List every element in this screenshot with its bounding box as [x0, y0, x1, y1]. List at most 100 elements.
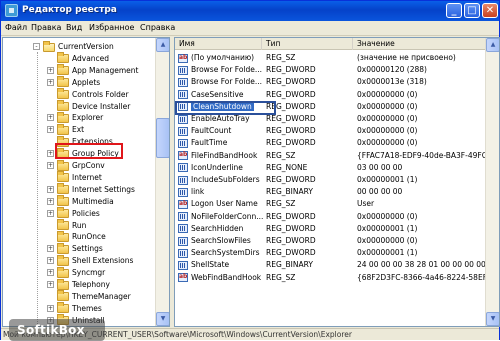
expand-plus-icon[interactable]: + [47, 281, 54, 288]
expand-plus-icon[interactable]: + [47, 78, 54, 86]
expand-plus-icon[interactable]: + [47, 162, 54, 169]
tree-item[interactable]: Controls Folder [57, 88, 129, 100]
table-row[interactable]: IconUnderline REG_NONE 03 00 00 00 [175, 162, 487, 174]
tree-item[interactable]: Device Installer [57, 100, 130, 112]
scroll-thumb[interactable] [156, 118, 169, 158]
cell-value: 0x00000001 (1) [357, 248, 418, 258]
tree-item-label: Explorer [72, 113, 104, 123]
tree-scrollbar[interactable]: ▲ ▼ [155, 38, 169, 326]
expand-plus-icon[interactable]: + [47, 114, 54, 122]
expand-plus-icon[interactable]: + [47, 66, 54, 74]
table-row[interactable]: NoFileFolderConn... REG_DWORD 0x00000000 (… [175, 211, 487, 223]
collapse-minus-icon[interactable]: - [33, 43, 40, 50]
table-row[interactable]: FileFindBandHook REG_SZ {FFAC7A18-EDF9-40d… [175, 150, 487, 162]
cell-name: Logon User Name [178, 198, 264, 210]
column-header-name[interactable]: Имя [175, 38, 262, 50]
column-header-value[interactable]: Значение [353, 38, 487, 50]
expand-plus-icon[interactable]: + [47, 185, 54, 193]
cell-value: {68F2D3FC-8366-4a46-8224-58EFA2749 [357, 272, 487, 282]
menu-view[interactable]: Вид [66, 23, 82, 32]
tree-item-label: Internet Settings [72, 184, 135, 194]
values-pane[interactable]: Имя Тип Значение (По умолчанию) REG_SZ (зн… [174, 37, 500, 327]
menu-favorites[interactable]: Избранное [89, 23, 134, 32]
table-row[interactable]: Browse For Folde... REG_DWORD 0x0000013e (… [175, 76, 487, 88]
table-row[interactable]: WebFindBandHook REG_SZ {68F2D3FC-8366-4a46… [175, 272, 487, 284]
menu-file[interactable]: Файл [5, 23, 27, 32]
tree-item[interactable]: Themes [57, 302, 102, 314]
expand-plus-icon[interactable]: + [47, 197, 54, 205]
expand-plus-icon[interactable]: + [47, 245, 54, 253]
cell-type: REG_DWORD [266, 138, 316, 148]
cell-value: 0x00000000 (0) [357, 138, 418, 148]
values-scroll-up-arrow-icon[interactable]: ▲ [486, 38, 499, 52]
tree-item[interactable]: Settings [57, 242, 103, 254]
table-row[interactable]: SearchSystemDirs REG_DWORD 0x00000001 (1) [175, 247, 487, 259]
menu-bar: Файл Правка Вид Избранное Справка [1, 21, 499, 36]
folder-icon [57, 195, 69, 207]
close-button[interactable]: ✕ [482, 3, 498, 18]
maximize-button[interactable]: □ [464, 3, 480, 18]
cell-type: REG_DWORD [266, 223, 316, 233]
expand-plus-icon[interactable]: + [47, 269, 54, 277]
table-row[interactable]: Browse For Folde... REG_DWORD 0x00000120 (… [175, 64, 487, 76]
tree-item[interactable]: Policies [57, 207, 100, 219]
tree-item-label: Advanced [72, 53, 110, 63]
table-row[interactable]: ShellState REG_BINARY 24 00 00 00 38 28 01… [175, 259, 487, 271]
expand-plus-icon[interactable]: + [47, 304, 54, 312]
menu-edit[interactable]: Правка [31, 23, 61, 32]
explorer-highlight-box [55, 143, 123, 159]
scroll-up-arrow-icon[interactable]: ▲ [156, 38, 169, 52]
expand-plus-icon[interactable]: + [47, 209, 54, 217]
title-bar[interactable]: Редактор реестра _ □ ✕ [1, 1, 499, 21]
tree-item[interactable]: Applets [57, 76, 100, 88]
expand-plus-icon[interactable]: + [47, 257, 54, 265]
tree-item[interactable]: Shell Extensions [57, 254, 133, 266]
scroll-down-arrow-icon[interactable]: ▼ [156, 312, 169, 326]
dword-value-icon [178, 175, 188, 185]
tree-item[interactable]: Ext [57, 123, 84, 135]
expand-plus-icon[interactable]: + [47, 126, 54, 134]
table-row[interactable]: CaseSensitive REG_DWORD 0x00000000 (0) [175, 89, 487, 101]
tree-item[interactable]: Explorer [57, 111, 104, 123]
tree-item[interactable]: Multimedia [57, 195, 114, 207]
registry-editor-window: Редактор реестра _ □ ✕ Файл Правка Вид И… [0, 0, 500, 341]
minimize-button[interactable]: _ [446, 3, 462, 18]
list-header: Имя Тип Значение [175, 38, 487, 50]
binary-value-icon [178, 187, 188, 197]
cell-value: 0x00000001 (1) [357, 223, 418, 233]
table-row[interactable]: FaultCount REG_DWORD 0x00000000 (0) [175, 125, 487, 137]
tree-item[interactable]: Telephony [57, 278, 110, 290]
tree-item[interactable]: Internet [57, 171, 102, 183]
cell-type: REG_DWORD [266, 65, 316, 75]
tree-item-label: RunOnce [72, 232, 106, 242]
table-row[interactable]: SearchSlowFiles REG_DWORD 0x00000000 (0) [175, 235, 487, 247]
table-row[interactable]: SearchHidden REG_DWORD 0x00000001 (1) [175, 223, 487, 235]
tree-item[interactable]: Run [57, 219, 86, 231]
cell-name: SearchHidden [178, 223, 264, 235]
values-scrollbar[interactable]: ▲ ▼ [485, 38, 499, 326]
tree-item[interactable]: RunOnce [57, 230, 106, 242]
table-row[interactable]: (По умолчанию) REG_SZ (значение не присвое… [175, 52, 487, 64]
tree-item[interactable]: GrpConv [57, 159, 105, 171]
expand-plus-icon[interactable]: + [47, 150, 54, 158]
table-row[interactable]: FaultTime REG_DWORD 0x00000000 (0) [175, 137, 487, 149]
tree-item[interactable]: App Management [57, 64, 138, 76]
tree-item[interactable]: ThemeManager [57, 290, 131, 302]
values-scroll-down-arrow-icon[interactable]: ▼ [486, 312, 499, 326]
tree-item[interactable]: Internet Settings [57, 183, 135, 195]
cell-value: 0x00000001 (1) [357, 175, 418, 184]
table-row[interactable]: link REG_BINARY 00 00 00 00 [175, 186, 487, 198]
tree-item-label: Controls Folder [72, 89, 129, 99]
tree-item[interactable]: Syncmgr [57, 266, 105, 278]
column-header-type[interactable]: Тип [262, 38, 353, 50]
table-row[interactable]: Logon User Name REG_SZ User [175, 198, 487, 210]
value-name: FileFindBandHook [191, 150, 258, 160]
cell-type: REG_DWORD [266, 101, 316, 111]
tree-item[interactable]: Advanced [57, 52, 110, 64]
menu-help[interactable]: Справка [140, 23, 175, 32]
dword-value-icon [178, 224, 188, 234]
tree-pane[interactable]: CurrentVersion - Advanced App Management + Ap… [2, 37, 170, 327]
table-row[interactable]: IncludeSubFolders REG_DWORD 0x00000001 (1) [175, 174, 487, 186]
tree-item[interactable]: CurrentVersion [43, 40, 114, 52]
folder-icon [57, 88, 69, 100]
